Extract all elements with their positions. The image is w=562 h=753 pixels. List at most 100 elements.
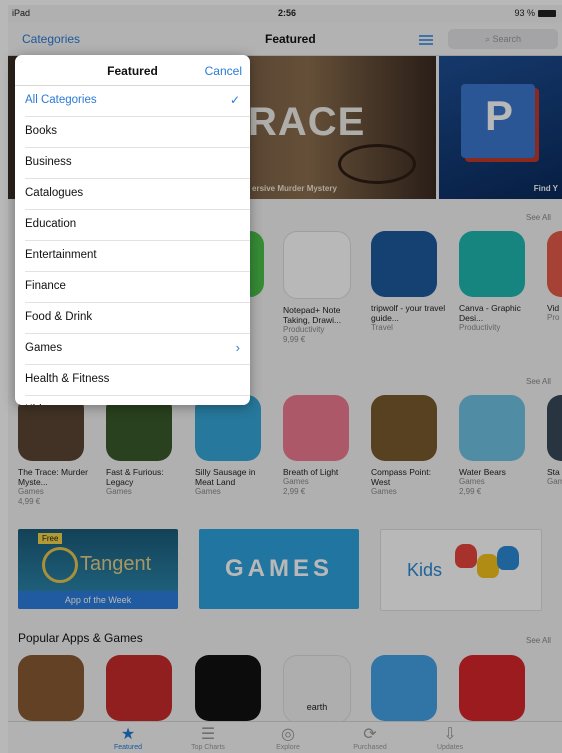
- app-name: Silly Sausage in Meat Land: [195, 467, 256, 487]
- tangent-logo-icon: [42, 547, 78, 583]
- app-item[interactable]: Fast & Furious: Legacy Games: [106, 395, 182, 497]
- category-item[interactable]: Books: [25, 117, 250, 148]
- app-category: Games: [283, 477, 309, 486]
- status-bar: iPad 2:56 93 %: [8, 5, 562, 23]
- see-all-link[interactable]: See All: [526, 377, 551, 386]
- category-item[interactable]: Education: [25, 210, 250, 241]
- popular-app-icon[interactable]: [195, 655, 261, 721]
- chevron-right-icon: ›: [235, 340, 240, 355]
- featured-icon: ★: [120, 726, 136, 743]
- popular-app-icon[interactable]: [106, 655, 172, 721]
- category-label: Entertainment: [25, 249, 97, 261]
- category-item[interactable]: Kids ›: [25, 396, 250, 405]
- app-name: Notepad+ Note Taking, Drawi...: [283, 305, 342, 325]
- app-item[interactable]: Notepad+ Note Taking, Drawi... Productivi…: [283, 231, 359, 345]
- app-icon: [371, 395, 437, 461]
- app-category: Gam: [547, 477, 562, 486]
- category-label: Education: [25, 218, 77, 230]
- tab-featured[interactable]: ★ Featured: [98, 726, 158, 751]
- tangent-wordmark: Tangent: [80, 553, 152, 575]
- app-icon: [547, 231, 562, 297]
- app-icon: [283, 231, 351, 299]
- tab-label: Updates: [436, 744, 464, 751]
- clock: 2:56: [278, 8, 297, 18]
- category-item[interactable]: Entertainment: [25, 241, 250, 272]
- categories-popover: Featured Cancel All Categories ✓ Books Busi…: [15, 55, 250, 405]
- category-item[interactable]: Health & Fitness: [25, 365, 250, 396]
- app-name: Vid: [547, 303, 560, 313]
- app-item[interactable]: Breath of Light Games 2,99 €: [283, 395, 359, 497]
- category-label: Games: [25, 342, 63, 354]
- popular-app-label: earth: [306, 702, 328, 712]
- battery-indicator: 93 %: [514, 8, 556, 18]
- category-label: Finance: [25, 280, 66, 292]
- games-promo-tile[interactable]: GAMES: [199, 529, 359, 609]
- app-category: Games: [459, 477, 485, 486]
- app-category: Games: [18, 487, 44, 496]
- app-category: Travel: [371, 323, 393, 332]
- category-item[interactable]: Business: [25, 148, 250, 179]
- category-label: Catalogues: [25, 187, 84, 199]
- popular-app-icon[interactable]: earth: [283, 655, 351, 723]
- app-name: Fast & Furious: Legacy: [106, 467, 164, 487]
- category-list: All Categories ✓ Books Business Catalogues Ed…: [15, 86, 250, 405]
- app-item[interactable]: Vid Pro: [547, 231, 562, 323]
- app-price: 9,99 €: [283, 335, 306, 344]
- hand-print-icon: [455, 544, 477, 568]
- popular-section-title: Popular Apps & Games: [18, 631, 143, 645]
- app-price: 4,99 €: [18, 497, 41, 506]
- see-all-link[interactable]: See All: [526, 213, 551, 222]
- category-label: Health & Fitness: [25, 373, 110, 385]
- featured-banner-book[interactable]: P Find Y: [439, 56, 562, 199]
- app-category: Productivity: [283, 325, 325, 334]
- app-price: 2,99 €: [283, 487, 306, 496]
- category-item[interactable]: All Categories ✓: [25, 86, 250, 117]
- app-name: Water Bears: [459, 467, 506, 477]
- app-item[interactable]: Sta RebGam: [547, 395, 562, 487]
- app-item[interactable]: tripwolf - your travel guide... Travel: [371, 231, 447, 333]
- tab-explore[interactable]: ◎ Explore: [258, 726, 318, 751]
- app-item[interactable]: Compass Point: West Games: [371, 395, 447, 497]
- tab-purchased[interactable]: ⟳ Purchased: [340, 726, 400, 751]
- tab-updates[interactable]: ⇩ Updates: [420, 726, 480, 751]
- app-item[interactable]: Canva - Graphic Desi... Productivity: [459, 231, 535, 333]
- see-all-link[interactable]: See All: [526, 636, 551, 645]
- updates-icon: ⇩: [443, 726, 457, 743]
- app-name: The Trace: Murder Myste...: [18, 467, 88, 487]
- games-label: GAMES: [224, 555, 333, 582]
- cancel-button[interactable]: Cancel: [205, 64, 242, 78]
- list-icon[interactable]: [419, 35, 433, 45]
- app-name: tripwolf - your travel guide...: [371, 303, 446, 323]
- tab-label: Top Charts: [191, 744, 225, 751]
- tab-label: Purchased: [353, 744, 387, 751]
- app-item[interactable]: Water Bears Games 2,99 €: [459, 395, 535, 497]
- app-item[interactable]: The Trace: Murder Myste... Games 4,99 €: [18, 395, 94, 507]
- app-of-the-week-ribbon: App of the Week: [18, 591, 178, 609]
- kids-promo-tile[interactable]: Kids: [380, 529, 542, 611]
- hand-print-icon: [497, 546, 519, 570]
- banner-caption: Find Y: [533, 184, 558, 193]
- category-item[interactable]: Catalogues: [25, 179, 250, 210]
- popular-app-icon[interactable]: [459, 655, 525, 721]
- tangent-promo-tile[interactable]: Free Tangent App of the Week: [18, 529, 178, 609]
- app-icon: [371, 231, 437, 297]
- book-letter: P: [485, 92, 514, 139]
- app-icon: [283, 395, 349, 461]
- search-field[interactable]: ⌕ Search: [448, 29, 558, 49]
- tab-top-charts[interactable]: ☰ Top Charts: [178, 726, 238, 751]
- categories-button[interactable]: Categories: [22, 32, 80, 46]
- battery-icon: [538, 10, 556, 18]
- app-name: Sta Reb: [547, 467, 562, 477]
- category-item[interactable]: Food & Drink: [25, 303, 250, 334]
- kids-label: Kids: [407, 560, 443, 580]
- category-item[interactable]: Finance: [25, 272, 250, 303]
- device-label: iPad: [12, 8, 31, 18]
- search-placeholder: Search: [492, 34, 522, 44]
- popular-app-icon[interactable]: [371, 655, 437, 721]
- app-icon: [459, 395, 525, 461]
- tab-label: Explore: [276, 744, 300, 751]
- app-item[interactable]: Silly Sausage in Meat Land Games: [195, 395, 271, 497]
- app-category: Games: [195, 487, 221, 496]
- popular-app-icon[interactable]: [18, 655, 84, 721]
- category-item[interactable]: Games ›: [25, 334, 250, 365]
